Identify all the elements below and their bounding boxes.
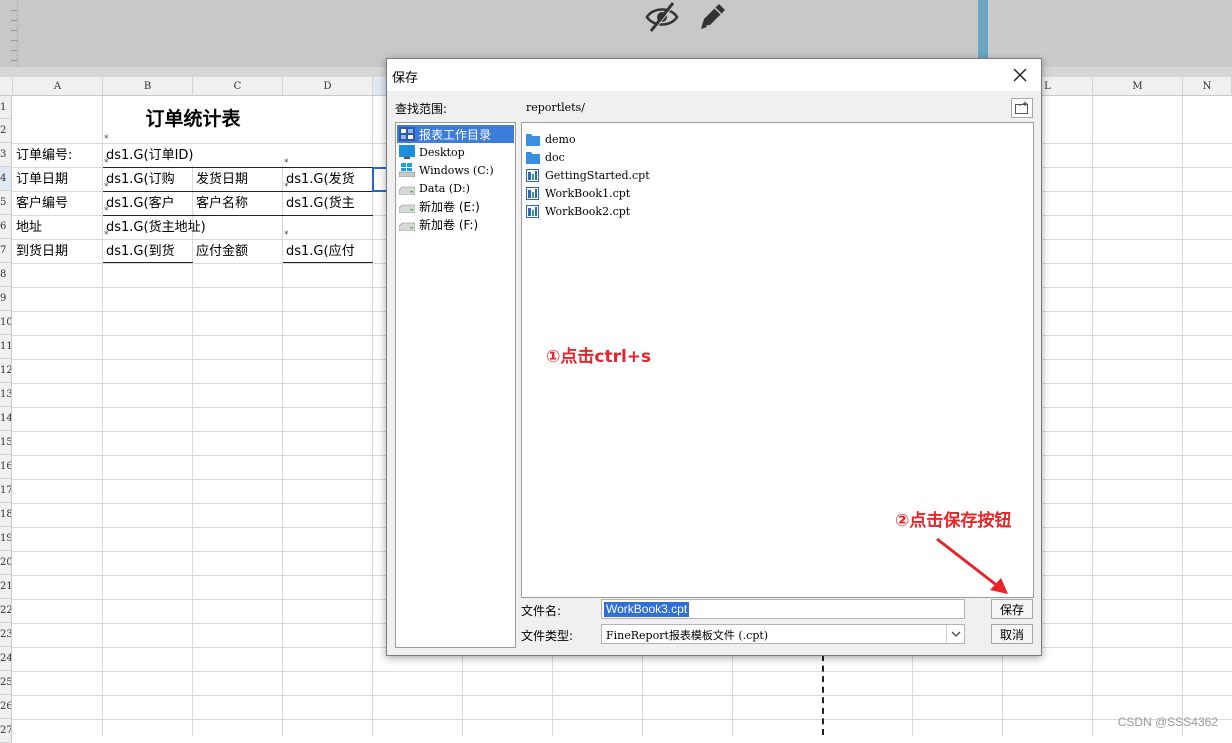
- cell-b4[interactable]: * ds1.G(订购: [103, 159, 192, 192]
- cell-d5-text: ds1.G(货主: [286, 196, 355, 211]
- row-header-14[interactable]: 14: [0, 407, 12, 431]
- row-header-23[interactable]: 23: [0, 623, 12, 647]
- cell-d5[interactable]: * ds1.G(货主: [283, 183, 372, 216]
- eye-slash-icon[interactable]: [644, 0, 680, 37]
- cell-b3-text: ds1.G(订单ID): [106, 148, 194, 163]
- row-header-4[interactable]: 4: [0, 167, 12, 191]
- column-header-b[interactable]: B: [103, 77, 193, 96]
- column-header-m[interactable]: M: [1093, 77, 1183, 96]
- cell-b6[interactable]: * ds1.G(货主地址): [103, 207, 373, 240]
- annotation-arrow-icon: [936, 537, 1008, 594]
- cell-c5[interactable]: 客户名称: [193, 192, 282, 216]
- cell-marker: *: [104, 134, 109, 144]
- filename-label: 文件名:: [521, 604, 562, 618]
- report-canvas-top: [0, 0, 1232, 67]
- column-header-n[interactable]: N: [1183, 77, 1232, 96]
- row-header-9[interactable]: 9: [0, 287, 12, 311]
- filetype-label: 文件类型:: [521, 629, 574, 643]
- row-header-7[interactable]: 7: [0, 239, 12, 263]
- row-header-3[interactable]: 3: [0, 143, 12, 167]
- vertical-ruler: [0, 0, 18, 67]
- pencil-icon[interactable]: [696, 0, 730, 37]
- cancel-button[interactable]: 取消: [991, 624, 1033, 644]
- cell-marker: *: [284, 230, 289, 240]
- filetype-value: FineReport报表模板文件 (.cpt): [606, 629, 769, 642]
- cell-border: [283, 262, 373, 263]
- row-header-2[interactable]: 2: [0, 119, 12, 143]
- column-header-a[interactable]: A: [13, 77, 103, 96]
- row-header-13[interactable]: 13: [0, 383, 12, 407]
- row-header-19[interactable]: 19: [0, 527, 12, 551]
- row-header-18[interactable]: 18: [0, 503, 12, 527]
- row-header-16[interactable]: 16: [0, 455, 12, 479]
- row-header-17[interactable]: 17: [0, 479, 12, 503]
- cell-b7-text: ds1.G(到货: [106, 244, 175, 259]
- cell-border: [103, 167, 373, 168]
- cell-marker: *: [104, 230, 109, 240]
- filename-input[interactable]: WorkBook3.cpt: [601, 599, 965, 619]
- row-header-8[interactable]: 8: [0, 263, 12, 287]
- column-header-c[interactable]: C: [193, 77, 283, 96]
- cell-a7[interactable]: 到货日期: [13, 240, 102, 264]
- save-button[interactable]: 保存: [991, 599, 1033, 619]
- cell-d7[interactable]: * ds1.G(应付: [283, 231, 372, 264]
- cell-b6-text: ds1.G(货主地址): [106, 220, 206, 235]
- cell-b5[interactable]: * ds1.G(客户: [103, 183, 192, 216]
- row-header-22[interactable]: 22: [0, 599, 12, 623]
- canvas-scroll-strip: [978, 0, 988, 67]
- cell-c4[interactable]: 发货日期: [193, 168, 282, 192]
- filetype-select[interactable]: FineReport报表模板文件 (.cpt): [601, 624, 965, 644]
- row-header-26[interactable]: 26: [0, 695, 12, 719]
- row-header-20[interactable]: 20: [0, 551, 12, 575]
- row-header-6[interactable]: 6: [0, 215, 12, 239]
- row-header-25[interactable]: 25: [0, 671, 12, 695]
- row-header-1[interactable]: 1: [0, 96, 12, 119]
- row-header-24[interactable]: 24: [0, 647, 12, 671]
- grid-line: [12, 695, 1232, 696]
- cell-border: [103, 262, 193, 263]
- row-header-12[interactable]: 12: [0, 359, 12, 383]
- row-header-15[interactable]: 15: [0, 431, 12, 455]
- cell-border: [103, 191, 373, 192]
- cell-border: [103, 215, 373, 216]
- filename-value: WorkBook3.cpt: [604, 602, 690, 617]
- chevron-down-icon[interactable]: [946, 625, 964, 643]
- cell-b7[interactable]: * ds1.G(到货: [103, 231, 192, 264]
- report-title[interactable]: 订单统计表: [13, 97, 373, 142]
- watermark: CSDN @SSS4362: [1117, 715, 1218, 729]
- grid-line: [12, 719, 1232, 720]
- cell-a6[interactable]: 地址: [13, 216, 102, 240]
- row-header-27[interactable]: 27: [0, 719, 12, 743]
- row-header-21[interactable]: 21: [0, 575, 12, 599]
- cell-b3[interactable]: * ds1.G(订单ID): [103, 135, 373, 168]
- cell-a3[interactable]: 订单编号:: [13, 144, 102, 168]
- cell-b4-text: ds1.G(订购: [106, 172, 175, 187]
- cell-d4[interactable]: * ds1.G(发货: [283, 159, 372, 192]
- save-dialog[interactable]: 保存 查找范围: reportlets/ 报表工作目录 Desktop Wind…: [386, 58, 1042, 656]
- corner-header[interactable]: [0, 77, 13, 96]
- canvas-right-area: [988, 0, 1232, 67]
- cell-c7[interactable]: 应付金额: [193, 240, 282, 264]
- page-break-line: [822, 655, 824, 735]
- column-header-d[interactable]: D: [283, 77, 373, 96]
- cell-b5-text: ds1.G(客户: [106, 196, 175, 211]
- grid-line: [12, 671, 1232, 672]
- cell-a4[interactable]: 订单日期: [13, 168, 102, 192]
- cell-d4-text: ds1.G(发货: [286, 172, 355, 187]
- cell-d7-text: ds1.G(应付: [286, 244, 355, 259]
- cell-a5[interactable]: 客户编号: [13, 192, 102, 216]
- row-header-11[interactable]: 11: [0, 335, 12, 359]
- row-header-5[interactable]: 5: [0, 191, 12, 215]
- row-header-10[interactable]: 10: [0, 311, 12, 335]
